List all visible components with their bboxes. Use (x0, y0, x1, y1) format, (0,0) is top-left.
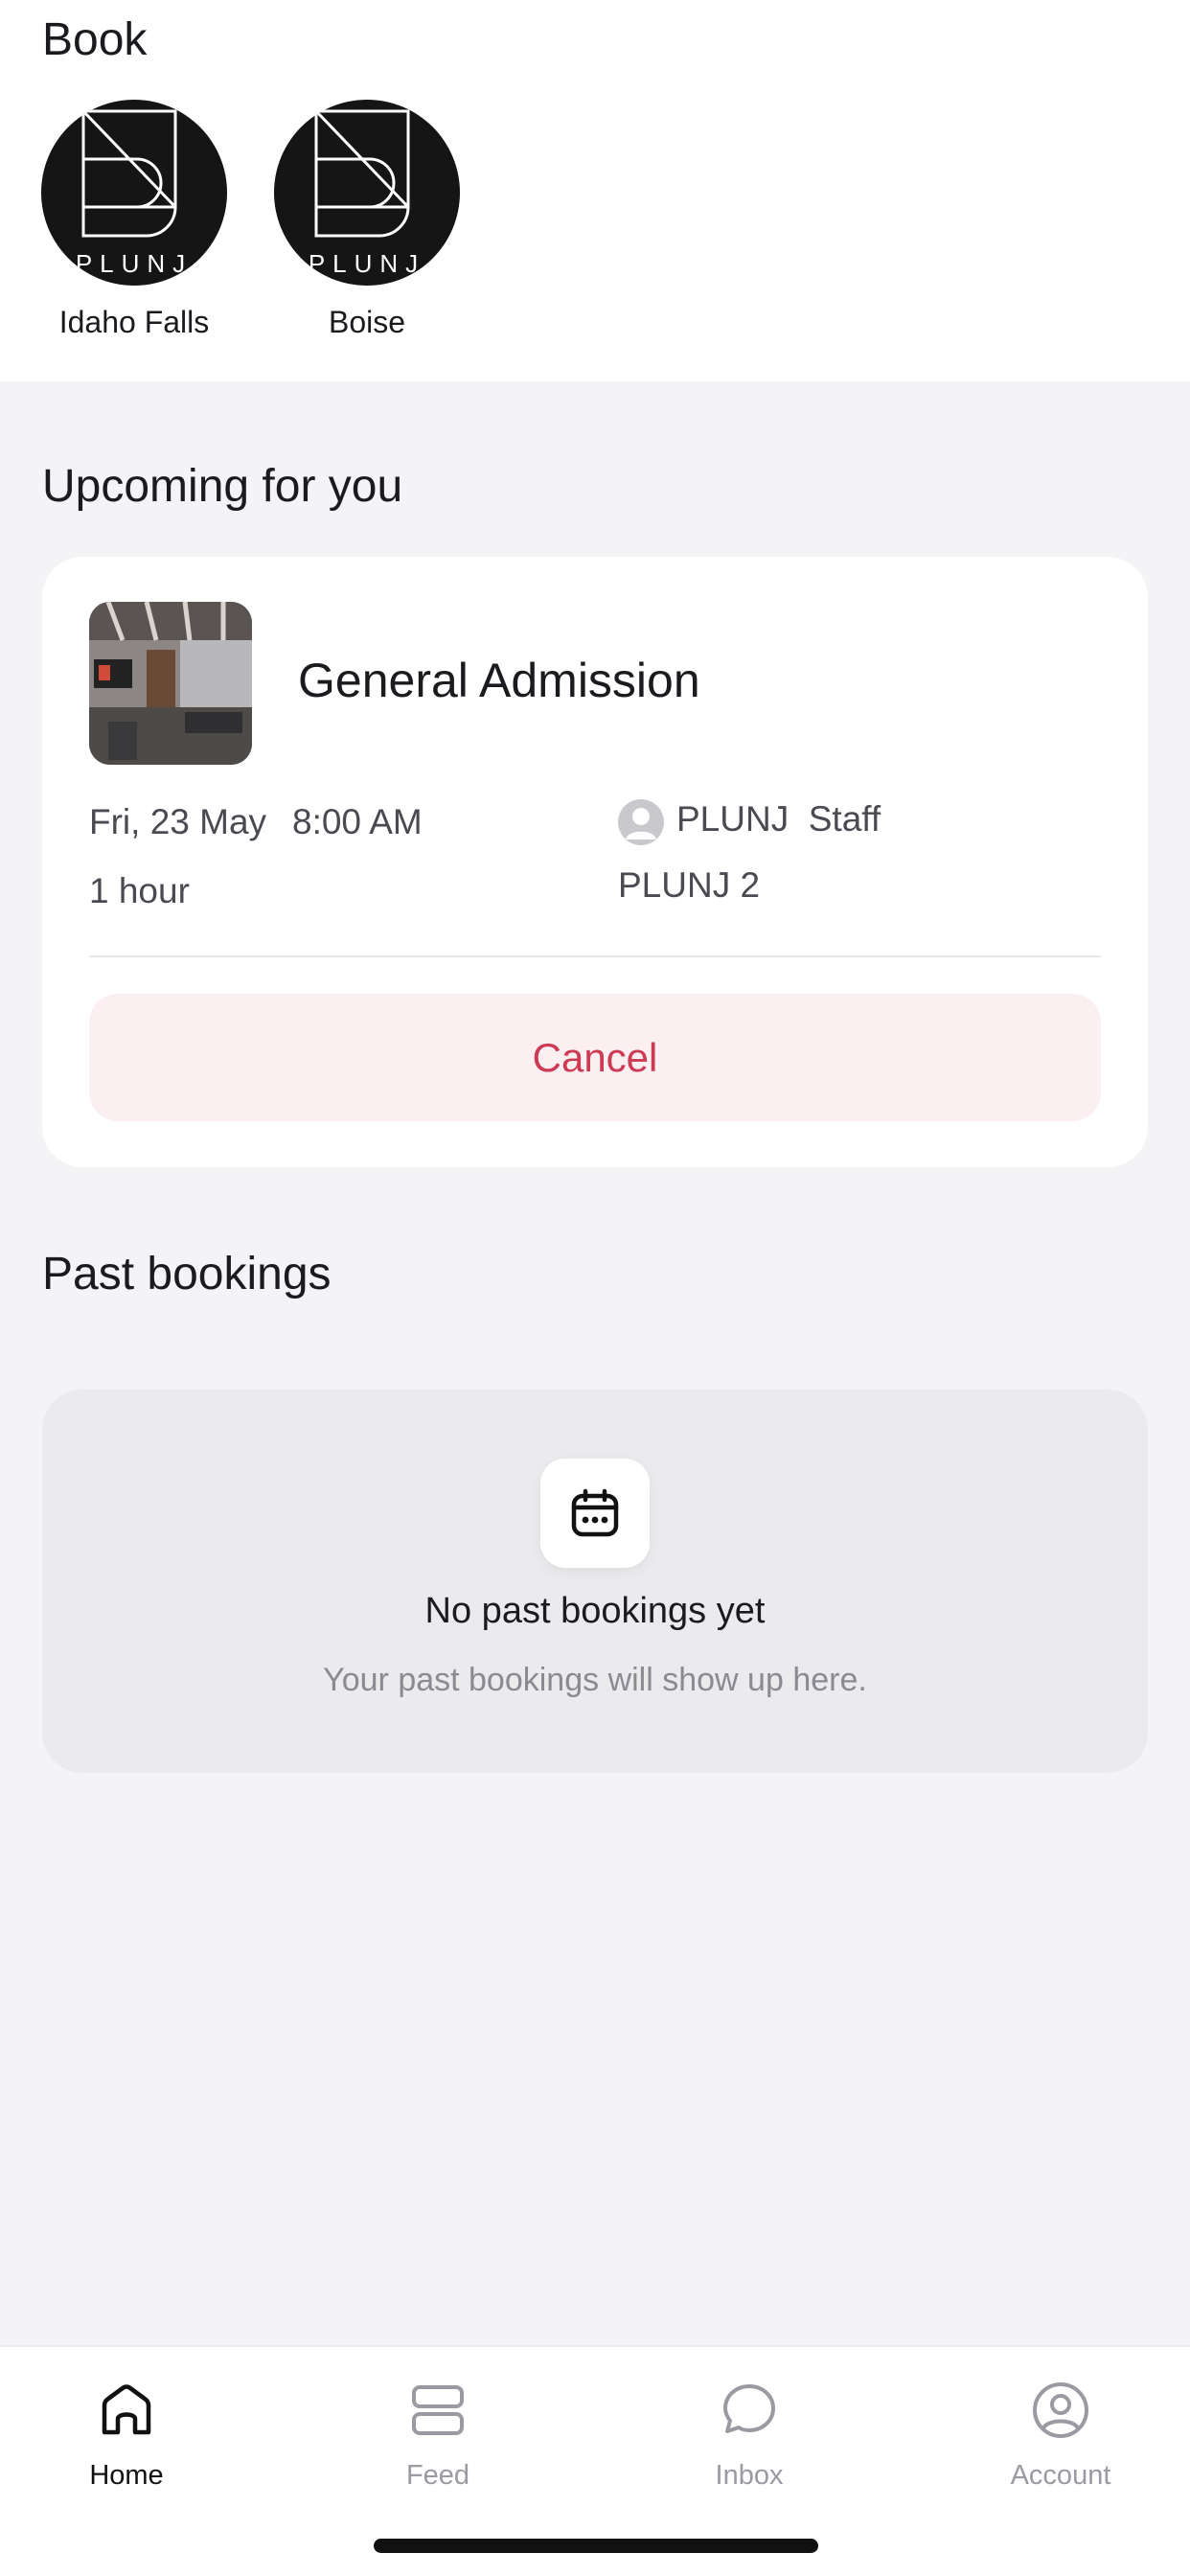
tab-label: Feed (405, 2460, 470, 2491)
location-label: Boise (328, 305, 406, 339)
upcoming-booking-card[interactable]: General Admission Fri, 23 May 8:00 AM 1 … (42, 557, 1148, 1167)
calendar-icon (571, 1488, 619, 1537)
tab-label: Inbox (715, 2460, 784, 2491)
svg-text:PLUNJ: PLUNJ (309, 249, 425, 278)
tab-label: Home (89, 2460, 164, 2491)
empty-title: No past bookings yet (424, 1591, 766, 1631)
book-title: Book (42, 14, 148, 65)
empty-subtitle: Your past bookings will show up here. (323, 1662, 867, 1698)
inbox-icon (653, 2374, 845, 2447)
home-icon (31, 2374, 222, 2447)
booking-time: 8:00 AM (292, 802, 423, 841)
booking-room: PLUNJ 2 (618, 865, 761, 905)
location-boise[interactable]: PLUNJ Boise (262, 100, 472, 340)
booking-name: General Admission (298, 654, 700, 707)
past-bookings-empty-state: No past bookings yet Your past bookings … (42, 1390, 1148, 1773)
account-icon (965, 2374, 1156, 2447)
booking-duration: 1 hour (89, 871, 190, 910)
book-section: Book PLUNJ Idaho Falls PLUNJ Boise (0, 0, 1190, 381)
tab-inbox[interactable]: Inbox (653, 2374, 845, 2492)
location-label: Idaho Falls (58, 305, 210, 339)
tab-label: Account (1010, 2460, 1111, 2491)
booking-thumbnail (89, 602, 252, 765)
staff-avatar-icon (618, 799, 664, 845)
feed-icon (342, 2374, 534, 2447)
location-idaho-falls[interactable]: PLUNJ Idaho Falls (29, 100, 240, 340)
calendar-icon-box (540, 1459, 650, 1568)
home-indicator (374, 2539, 818, 2553)
tab-home[interactable]: Home (31, 2374, 222, 2492)
upcoming-title: Upcoming for you (42, 461, 403, 512)
card-divider (89, 955, 1101, 957)
plunj-logo: PLUNJ (274, 100, 460, 286)
tab-account[interactable]: Account (965, 2374, 1156, 2492)
past-bookings-title: Past bookings (42, 1249, 332, 1300)
booking-staff: PLUNJ Staff (676, 799, 881, 839)
svg-text:PLUNJ: PLUNJ (76, 249, 193, 278)
booking-date: Fri, 23 May (89, 802, 267, 841)
cancel-button[interactable]: Cancel (89, 994, 1101, 1121)
tab-feed[interactable]: Feed (342, 2374, 534, 2492)
plunj-logo: PLUNJ (41, 100, 227, 286)
screen: Book PLUNJ Idaho Falls PLUNJ Boise Upcom… (0, 0, 1190, 2576)
